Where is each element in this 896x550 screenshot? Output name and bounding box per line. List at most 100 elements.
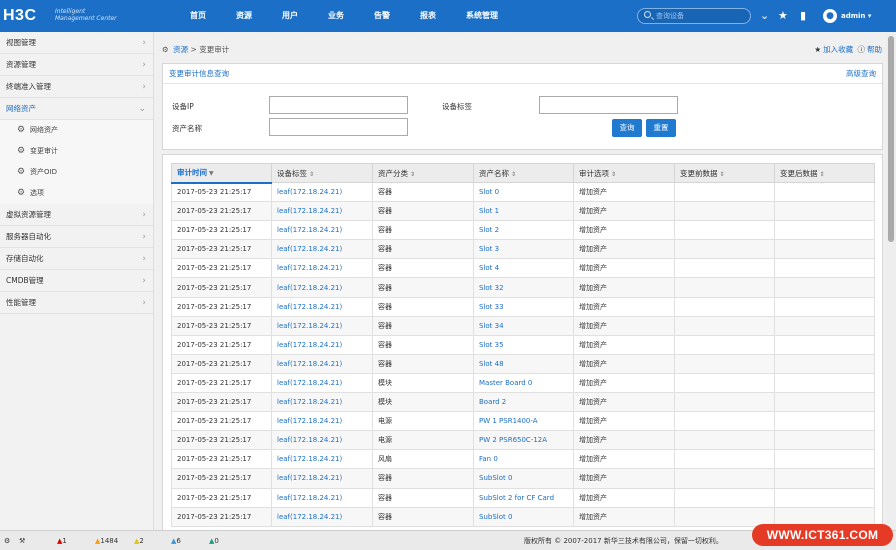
favorite-star-icon[interactable]: ★ bbox=[814, 45, 821, 54]
device-ip-input[interactable] bbox=[269, 96, 408, 114]
asset-name-link[interactable]: Slot 35 bbox=[473, 334, 574, 355]
table-cell: 电源 bbox=[372, 411, 474, 432]
table-cell: 容器 bbox=[372, 220, 474, 241]
table-cell: 容器 bbox=[372, 334, 474, 355]
device-tag-link[interactable]: leaf(172.18.24.21) bbox=[271, 506, 373, 527]
device-tag-link[interactable]: leaf(172.18.24.21) bbox=[271, 277, 373, 298]
scrollbar-thumb[interactable] bbox=[888, 36, 894, 242]
sidebar-item-4[interactable]: 虚拟资源管理 › bbox=[0, 204, 153, 226]
page-scrollbar[interactable] bbox=[886, 32, 896, 530]
asset-name-link[interactable]: Slot 0 bbox=[473, 181, 574, 203]
sidebar-item-6[interactable]: 存储自动化 › bbox=[0, 248, 153, 270]
asset-name-link[interactable]: PW 1 PSR1400-A bbox=[473, 411, 574, 432]
refresh-icon[interactable]: ⚙ bbox=[4, 535, 10, 547]
user-menu[interactable]: admin ▾ bbox=[841, 12, 871, 20]
sidebar-item-2[interactable]: 终端准入管理 › bbox=[0, 76, 153, 98]
nav-item-5[interactable]: 报表 bbox=[405, 0, 451, 32]
device-tag-link[interactable]: leaf(172.18.24.21) bbox=[271, 392, 373, 413]
column-header-1[interactable]: 设备标签 ⇕ bbox=[271, 163, 373, 183]
nav-item-3[interactable]: 业务 bbox=[313, 0, 359, 32]
sidebar-item-7[interactable]: CMDB管理 › bbox=[0, 270, 153, 292]
column-header-6[interactable]: 变更后数据 ⇕ bbox=[774, 163, 875, 183]
device-tag-link[interactable]: leaf(172.18.24.21) bbox=[271, 201, 373, 222]
column-header-4[interactable]: 审计选项 ⇕ bbox=[573, 163, 675, 183]
help-link[interactable]: 帮助 bbox=[867, 45, 882, 54]
search-icon[interactable] bbox=[644, 11, 651, 18]
sidebar-item-8[interactable]: 性能管理 › bbox=[0, 292, 153, 314]
asset-name-link[interactable]: Slot 3 bbox=[473, 239, 574, 260]
table-cell: 增加资产 bbox=[573, 487, 675, 508]
warning-alarm[interactable]: ▲6 bbox=[171, 535, 181, 547]
user-avatar-icon[interactable]: ● bbox=[823, 9, 837, 23]
column-header-0[interactable]: 审计时间 ▼ bbox=[171, 163, 272, 184]
reset-button[interactable]: 重置 bbox=[646, 119, 676, 137]
sidebar-subitem-0[interactable]: ⚙ 网络资产 bbox=[0, 120, 153, 141]
device-tag-link[interactable]: leaf(172.18.24.21) bbox=[271, 353, 373, 374]
sidebar-item-1[interactable]: 资源管理 › bbox=[0, 54, 153, 76]
sidebar-subitem-1[interactable]: ⚙ 变更审计 bbox=[0, 141, 153, 162]
sidebar-item-5[interactable]: 服务器自动化 › bbox=[0, 226, 153, 248]
nav-item-1[interactable]: 资源 bbox=[221, 0, 267, 32]
device-tag-link[interactable]: leaf(172.18.24.21) bbox=[271, 372, 373, 394]
sidebar-subitem-2[interactable]: ⚙ 资产OID bbox=[0, 162, 153, 183]
asset-name-link[interactable]: PW 2 PSR650C-12A bbox=[473, 430, 574, 451]
bookmark-icon[interactable]: ▮ bbox=[800, 9, 806, 23]
table-cell bbox=[674, 372, 775, 394]
device-tag-link[interactable]: leaf(172.18.24.21) bbox=[271, 430, 373, 451]
critical-alarm[interactable]: ▲1 bbox=[57, 535, 67, 547]
asset-name-link[interactable]: Master Board 0 bbox=[473, 372, 574, 394]
device-tag-link[interactable]: leaf(172.18.24.21) bbox=[271, 487, 373, 508]
device-tag-link[interactable]: leaf(172.18.24.21) bbox=[271, 449, 373, 470]
table-cell bbox=[674, 315, 775, 336]
search-input[interactable] bbox=[656, 10, 746, 22]
sidebar-item-0[interactable]: 视图管理 › bbox=[0, 32, 153, 54]
device-tag-input[interactable] bbox=[539, 96, 678, 114]
star-icon[interactable]: ★ bbox=[778, 9, 788, 23]
table-cell: 增加资产 bbox=[573, 334, 675, 355]
nav-item-2[interactable]: 用户 bbox=[267, 0, 313, 32]
asset-name-link[interactable]: SubSlot 0 bbox=[473, 506, 574, 527]
major-alarm[interactable]: ▲1484 bbox=[95, 535, 118, 547]
sidebar-subitem-3[interactable]: ⚙ 选项 bbox=[0, 183, 153, 204]
asset-name-link[interactable]: Slot 32 bbox=[473, 277, 574, 298]
device-tag-link[interactable]: leaf(172.18.24.21) bbox=[271, 315, 373, 336]
minor-alarm[interactable]: ▲2 bbox=[134, 535, 144, 547]
nav-item-0[interactable]: 首页 bbox=[175, 0, 221, 32]
asset-name-link[interactable]: Slot 4 bbox=[473, 258, 574, 279]
favorite-link[interactable]: 加入收藏 bbox=[823, 45, 853, 54]
asset-name-input[interactable] bbox=[269, 118, 408, 136]
asset-name-link[interactable]: Slot 34 bbox=[473, 315, 574, 336]
asset-name-link[interactable]: SubSlot 2 for CF Card bbox=[473, 487, 574, 508]
query-button[interactable]: 查询 bbox=[612, 119, 642, 137]
chevron-down-icon[interactable]: ⌄ bbox=[760, 9, 769, 23]
device-tag-link[interactable]: leaf(172.18.24.21) bbox=[271, 296, 373, 317]
device-tag-link[interactable]: leaf(172.18.24.21) bbox=[271, 239, 373, 260]
column-header-2[interactable]: 资产分类 ⇕ bbox=[372, 163, 474, 183]
breadcrumb-root[interactable]: 资源 bbox=[173, 45, 188, 54]
info-alarm[interactable]: ▲0 bbox=[209, 535, 219, 547]
breadcrumb-separator: > bbox=[190, 45, 197, 54]
device-tag-link[interactable]: leaf(172.18.24.21) bbox=[271, 258, 373, 279]
column-header-5[interactable]: 变更前数据 ⇕ bbox=[674, 163, 775, 183]
asset-name-link[interactable]: Board 2 bbox=[473, 392, 574, 413]
asset-name-link[interactable]: Slot 33 bbox=[473, 296, 574, 317]
help-icon[interactable]: ⓘ bbox=[858, 45, 866, 54]
asset-name-link[interactable]: Fan 0 bbox=[473, 449, 574, 470]
asset-name-link[interactable]: Slot 1 bbox=[473, 201, 574, 222]
device-tag-link[interactable]: leaf(172.18.24.21) bbox=[271, 181, 373, 203]
table-cell: 增加资产 bbox=[573, 181, 675, 203]
nav-item-4[interactable]: 告警 bbox=[359, 0, 405, 32]
sort-icon: ⇕ bbox=[719, 170, 725, 178]
sidebar-item-3[interactable]: 网络资产 ⌄ bbox=[0, 98, 153, 120]
asset-name-link[interactable]: Slot 48 bbox=[473, 353, 574, 374]
device-tag-link[interactable]: leaf(172.18.24.21) bbox=[271, 220, 373, 241]
column-header-3[interactable]: 资产名称 ⇕ bbox=[473, 163, 574, 183]
asset-name-link[interactable]: Slot 2 bbox=[473, 220, 574, 241]
device-tag-link[interactable]: leaf(172.18.24.21) bbox=[271, 468, 373, 489]
asset-name-link[interactable]: SubSlot 0 bbox=[473, 468, 574, 489]
device-tag-link[interactable]: leaf(172.18.24.21) bbox=[271, 334, 373, 355]
device-tag-link[interactable]: leaf(172.18.24.21) bbox=[271, 411, 373, 432]
advanced-query-link[interactable]: 高级查询 bbox=[846, 64, 876, 84]
nav-item-6[interactable]: 系统管理 bbox=[451, 0, 513, 32]
settings-icon[interactable]: ⚒ bbox=[19, 535, 25, 547]
